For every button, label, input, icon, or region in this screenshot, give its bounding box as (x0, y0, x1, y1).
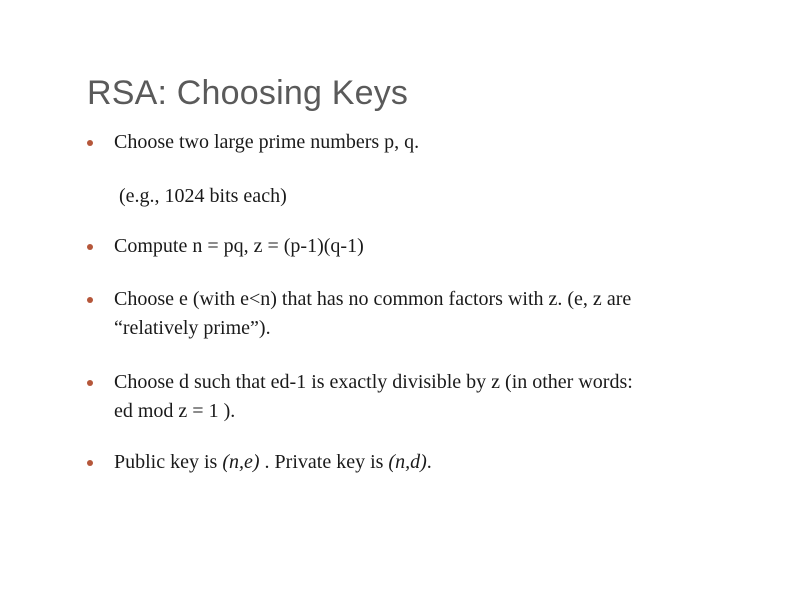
bullet-dot-icon (87, 244, 93, 250)
bullet-dot-icon (87, 297, 93, 303)
bullet-text: Compute n = pq, z = (p-1)(q-1) (114, 235, 364, 257)
bullet-dot-icon (87, 460, 93, 466)
bullet-item-choose-d: Choose d such that ed-1 is exactly divis… (87, 368, 737, 426)
bullet-item-choose-primes: Choose two large prime numbers p, q. (87, 128, 737, 157)
bullet-text-line-2: “relatively prime”). (114, 317, 271, 339)
bullet-text-line-1: Choose e (with e<n) that has no common f… (114, 288, 632, 310)
bullet-item-choose-e: Choose e (with e<n) that has no common f… (87, 285, 737, 343)
bullet-dot-icon (87, 140, 93, 146)
bullet-subtext-example: (e.g., 1024 bits each) (119, 185, 287, 207)
bullet-text-line-1: Choose d such that ed-1 is exactly divis… (114, 371, 633, 393)
slide-title: RSA: Choosing Keys (87, 74, 409, 112)
slide: RSA: Choosing Keys Choose two large prim… (0, 0, 794, 595)
sentence-end: . (426, 451, 432, 473)
bullet-text: Public key is (n,e) . Private key is (n,… (114, 448, 737, 477)
public-key-value: (n,e) (222, 451, 260, 473)
bullet-text: Choose two large prime numbers p, q. (114, 131, 420, 153)
bullet-item-compute-n-z: Compute n = pq, z = (p-1)(q-1) (87, 232, 737, 261)
bullet-dot-icon (87, 380, 93, 386)
public-key-label: Public key is (114, 451, 223, 473)
bullet-item-keys: Public key is (n,e) . Private key is (n,… (87, 448, 737, 477)
private-key-label: . Private key is (259, 451, 389, 473)
private-key-value: (n,d) (388, 451, 427, 473)
bullet-text-line-2: ed mod z = 1 ). (114, 400, 236, 422)
